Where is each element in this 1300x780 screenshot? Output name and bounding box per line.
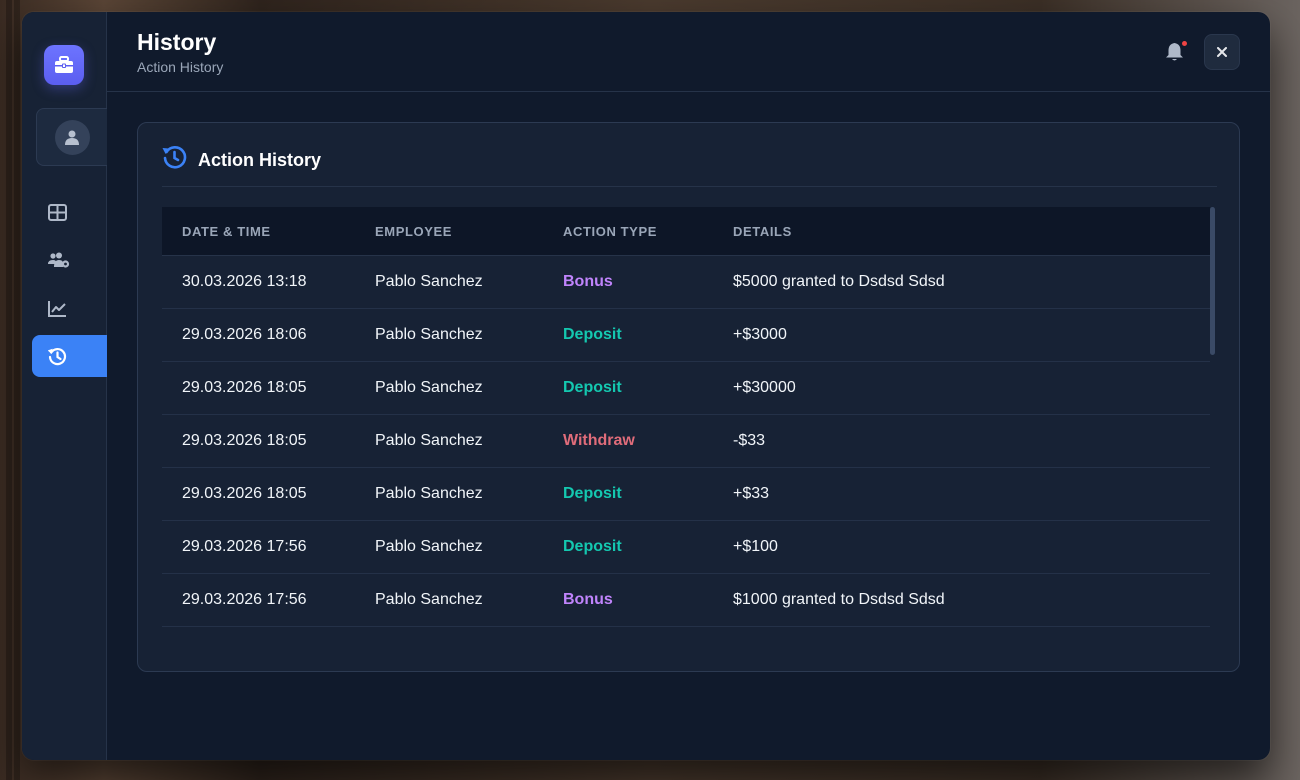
notification-dot: [1182, 41, 1187, 46]
briefcase-logo-icon: [44, 45, 84, 85]
cell-action-type: Bonus: [563, 273, 613, 290]
cell-action-type: Deposit: [563, 326, 622, 343]
table-row[interactable]: 29.03.2026 18:05 Pablo Sanchez Deposit +$33: [162, 468, 1210, 521]
grid-icon: [48, 203, 67, 221]
cell-datetime: 29.03.2026 17:56: [182, 538, 307, 555]
cell-datetime: 29.03.2026 17:56: [182, 591, 307, 608]
table-row[interactable]: 29.03.2026 17:56 Pablo Sanchez Bonus $1000 …: [162, 574, 1210, 627]
cell-action-type: Withdraw: [563, 432, 635, 449]
card-title: Action History: [198, 150, 322, 170]
users-gear-icon: [48, 252, 70, 268]
cell-employee: Pablo Sanchez: [375, 591, 483, 608]
column-header-action-type[interactable]: ACTION TYPE: [563, 224, 733, 239]
sidebar: [22, 12, 107, 760]
cell-action-type: Deposit: [563, 379, 622, 396]
cell-employee: Pablo Sanchez: [375, 538, 483, 555]
page-header: History Action History: [107, 12, 1270, 92]
cell-datetime: 29.03.2026 18:05: [182, 432, 307, 449]
table-row[interactable]: 30.03.2026 13:18 Pablo Sanchez Bonus $5000 …: [162, 256, 1210, 309]
cell-datetime: 29.03.2026 18:05: [182, 485, 307, 502]
cell-details: $1000 granted to Dsdsd Sdsd: [733, 591, 945, 608]
column-header-details[interactable]: DETAILS: [733, 224, 1210, 239]
cell-details: +$100: [733, 538, 778, 555]
column-header-datetime[interactable]: DATE & TIME: [162, 224, 375, 239]
close-icon: [1217, 47, 1227, 57]
cell-details: -$33: [733, 432, 766, 449]
cell-details: +$33: [733, 485, 770, 502]
app-window: History Action History Action History DA…: [22, 12, 1270, 760]
avatar: [54, 119, 90, 155]
cell-datetime: 30.03.2026 13:18: [182, 273, 307, 290]
history-icon: [48, 347, 67, 365]
cell-datetime: 29.03.2026 18:05: [182, 379, 307, 396]
cell-action-type: Deposit: [563, 485, 622, 502]
nav-item-history[interactable]: [32, 335, 107, 377]
table-body: 30.03.2026 13:18 Pablo Sanchez Bonus $5000 …: [162, 256, 1210, 627]
history-table[interactable]: DATE & TIME EMPLOYEE ACTION TYPE DETAILS…: [162, 207, 1210, 627]
chart-line-icon: [48, 300, 66, 317]
cell-employee: Pablo Sanchez: [375, 432, 483, 449]
cell-employee: Pablo Sanchez: [375, 273, 483, 290]
close-button[interactable]: [1204, 34, 1240, 70]
nav-item-statistics[interactable]: [32, 287, 107, 329]
nav-item-employees[interactable]: [32, 239, 107, 281]
page-subtitle: Action History: [137, 59, 224, 75]
table-scrollbar[interactable]: [1210, 207, 1215, 355]
action-history-card: Action History DATE & TIME EMPLOYEE ACTI…: [137, 122, 1240, 672]
page-title: History: [137, 29, 217, 55]
table-row[interactable]: 29.03.2026 18:05 Pablo Sanchez Deposit +$30…: [162, 362, 1210, 415]
cell-details: +$30000: [733, 379, 796, 396]
cell-action-type: Bonus: [563, 591, 613, 608]
table-row[interactable]: 29.03.2026 17:56 Pablo Sanchez Deposit +$10…: [162, 521, 1210, 574]
table-header: DATE & TIME EMPLOYEE ACTION TYPE DETAILS: [162, 207, 1210, 256]
cell-employee: Pablo Sanchez: [375, 485, 483, 502]
table-row[interactable]: 29.03.2026 18:05 Pablo Sanchez Withdraw -$3…: [162, 415, 1210, 468]
nav-item-dashboard[interactable]: [32, 191, 107, 233]
cell-details: +$3000: [733, 326, 787, 343]
profile-button[interactable]: [36, 108, 107, 166]
notifications-button[interactable]: [1165, 41, 1187, 63]
main-content: History Action History Action History DA…: [107, 12, 1270, 760]
table-row[interactable]: 29.03.2026 18:06 Pablo Sanchez Deposit +$30…: [162, 309, 1210, 362]
user-icon: [65, 130, 79, 145]
cell-employee: Pablo Sanchez: [375, 379, 483, 396]
card-header: Action History: [162, 145, 1217, 187]
cell-datetime: 29.03.2026 18:06: [182, 326, 307, 343]
cell-details: $5000 granted to Dsdsd Sdsd: [733, 273, 945, 290]
history-icon: [162, 146, 187, 169]
column-header-employee[interactable]: EMPLOYEE: [375, 224, 563, 239]
cell-action-type: Deposit: [563, 538, 622, 555]
cell-employee: Pablo Sanchez: [375, 326, 483, 343]
